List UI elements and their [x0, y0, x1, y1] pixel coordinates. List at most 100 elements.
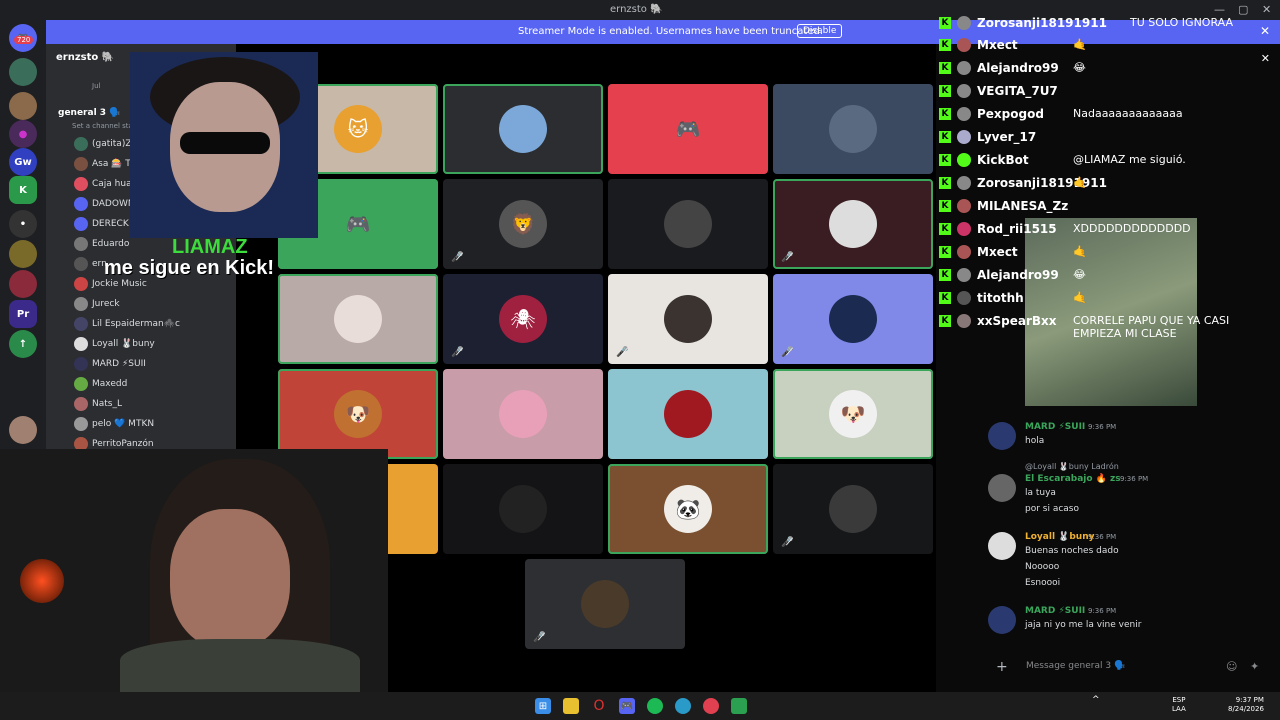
tray-overflow-icon[interactable]: ^ — [1092, 696, 1100, 705]
voice-member[interactable]: Nats_L — [74, 396, 122, 412]
explore-servers-icon[interactable]: ↑ — [9, 330, 37, 358]
message-text: la tuya — [1025, 488, 1056, 498]
participant-tile[interactable] — [443, 84, 603, 174]
language-indicator[interactable]: ESP LAA — [1172, 696, 1186, 714]
activities-icon[interactable]: ✦ — [1250, 660, 1259, 673]
add-attachment-icon[interactable]: + — [996, 659, 1008, 675]
kick-username[interactable]: Lyver_17 — [977, 130, 1036, 144]
participant-tile[interactable]: 🐶 — [773, 369, 933, 459]
participant-tile[interactable] — [443, 464, 603, 554]
edge-icon[interactable] — [675, 698, 691, 714]
kick-username[interactable]: Mxect — [977, 245, 1018, 259]
kick-username[interactable]: Mxect — [977, 38, 1018, 52]
participant-tile[interactable] — [278, 274, 438, 364]
kick-username[interactable]: Zorosanji18191911 — [977, 176, 1107, 190]
server-icon[interactable] — [9, 58, 37, 86]
channel-item[interactable]: Jul — [92, 82, 100, 90]
voice-channel-name[interactable]: general 3 🗣️ — [58, 108, 120, 118]
kick-logo-icon: K — [939, 131, 951, 143]
message-input[interactable]: + Message general 3 🗣️ ☺ ✦ — [990, 654, 1270, 680]
kick-username[interactable]: xxSpearBxx — [977, 314, 1057, 328]
participant-avatar — [829, 485, 877, 533]
minimize-button[interactable]: — — [1214, 3, 1225, 16]
disable-button[interactable]: Disable — [797, 24, 843, 38]
start-icon[interactable]: ⊞ — [535, 698, 551, 714]
server-icon[interactable] — [9, 270, 37, 298]
voice-member[interactable]: Lil Espaiderman🕷️c — [74, 316, 180, 332]
app-icon[interactable] — [731, 698, 747, 714]
user-avatar[interactable] — [988, 422, 1016, 450]
muted-mic-icon: 🎤̸ — [616, 347, 629, 358]
server-icon[interactable] — [9, 92, 37, 120]
kick-username[interactable]: KickBot — [977, 153, 1029, 167]
server-icon[interactable] — [9, 240, 37, 268]
message-author[interactable]: MARD ⚡SUII — [1025, 422, 1085, 432]
clock[interactable]: 9:37 PM 8/24/2026 — [1228, 696, 1264, 714]
kick-chat-row: K Alejandro99 — [939, 266, 1059, 284]
server-icon[interactable]: ● — [9, 120, 37, 148]
participant-tile[interactable] — [608, 369, 768, 459]
participant-tile[interactable]: 🎤̸ — [525, 559, 685, 649]
voice-member[interactable]: ern — [74, 256, 107, 272]
voice-member[interactable]: (gatita)Zo — [74, 136, 137, 152]
kick-username[interactable]: Zorosanji18191911 — [977, 16, 1107, 30]
participant-tile[interactable]: 🎮 — [608, 84, 768, 174]
user-avatar — [957, 84, 971, 98]
message-text: jaja ni yo me la vine venir — [1025, 620, 1142, 630]
participant-tile[interactable] — [443, 369, 603, 459]
voice-member[interactable]: MARD ⚡SUII — [74, 356, 146, 372]
voice-member[interactable]: Eduardo — [74, 236, 129, 252]
user-avatar[interactable] — [988, 532, 1016, 560]
opera-icon[interactable]: O — [591, 698, 607, 714]
kick-message: @LIAMAZ me siguió. — [1073, 153, 1186, 166]
kick-username[interactable]: titothh — [977, 291, 1024, 305]
participant-tile[interactable]: 🐼 — [608, 464, 768, 554]
participant-tile[interactable]: 🎤̸ — [608, 274, 768, 364]
close-icon[interactable]: ✕ — [1261, 52, 1270, 65]
kick-username[interactable]: Pexpogod — [977, 107, 1044, 121]
kick-chat-row: K Mxect — [939, 243, 1018, 261]
user-avatar[interactable] — [988, 606, 1016, 634]
message-author[interactable]: Loyall 🐰buny — [1025, 532, 1095, 542]
server-name[interactable]: ernzsto 🐘 — [56, 52, 114, 63]
voice-member[interactable]: Asa 🎰 TIL — [74, 156, 138, 172]
voice-member[interactable]: DADOWN — [74, 196, 135, 212]
user-avatar[interactable] — [9, 416, 37, 444]
server-icon[interactable]: • — [9, 210, 37, 238]
kick-server-icon[interactable]: K — [9, 176, 37, 204]
voice-member[interactable]: pelo 💙 MTKN — [74, 416, 154, 432]
reply-preview[interactable]: @Loyall 🐰buny Ladrón — [1025, 462, 1119, 471]
voice-member[interactable]: Loyall 🐰buny — [74, 336, 155, 352]
kick-username[interactable]: Alejandro99 — [977, 61, 1059, 75]
voice-member[interactable]: DERECK — [74, 216, 129, 232]
participant-tile[interactable]: 🦁 🎤̸ — [443, 179, 603, 269]
participant-tile[interactable]: 🎤̸ — [773, 464, 933, 554]
close-icon[interactable]: ✕ — [1260, 24, 1270, 38]
emoji-icon[interactable]: ☺ — [1226, 660, 1237, 673]
participant-tile[interactable] — [773, 84, 933, 174]
kick-username[interactable]: VEGITA_7U7 — [977, 84, 1058, 98]
kick-username[interactable]: Rod_rii1515 — [977, 222, 1057, 236]
discord-taskbar-icon[interactable]: 🎮 — [619, 698, 635, 714]
kick-username[interactable]: MILANESA_Zz — [977, 199, 1068, 213]
file-explorer-icon[interactable] — [563, 698, 579, 714]
message-author[interactable]: MARD ⚡SUII — [1025, 606, 1085, 616]
server-icon[interactable]: Gw — [9, 148, 37, 176]
maximize-button[interactable]: ▢ — [1238, 3, 1248, 16]
kick-logo-icon: K — [939, 200, 951, 212]
kick-chat-row: K VEGITA_7U7 — [939, 82, 1058, 100]
user-avatar[interactable] — [988, 474, 1016, 502]
close-window-button[interactable]: ✕ — [1262, 3, 1271, 16]
participant-tile[interactable]: 🐶 — [278, 369, 438, 459]
premiere-server-icon[interactable]: Pr — [9, 300, 37, 328]
participant-tile[interactable]: 🕷 🎤̸ — [443, 274, 603, 364]
participant-tile[interactable]: 🎤̸ — [773, 274, 933, 364]
obs-icon[interactable] — [703, 698, 719, 714]
spotify-icon[interactable] — [647, 698, 663, 714]
participant-tile[interactable]: 🎤̸ — [773, 179, 933, 269]
message-author[interactable]: El Escarabajo 🔥 zs — [1025, 474, 1121, 484]
kick-username[interactable]: Alejandro99 — [977, 268, 1059, 282]
participant-tile[interactable] — [608, 179, 768, 269]
voice-member[interactable]: Jureck — [74, 296, 120, 312]
voice-member[interactable]: Maxedd — [74, 376, 127, 392]
